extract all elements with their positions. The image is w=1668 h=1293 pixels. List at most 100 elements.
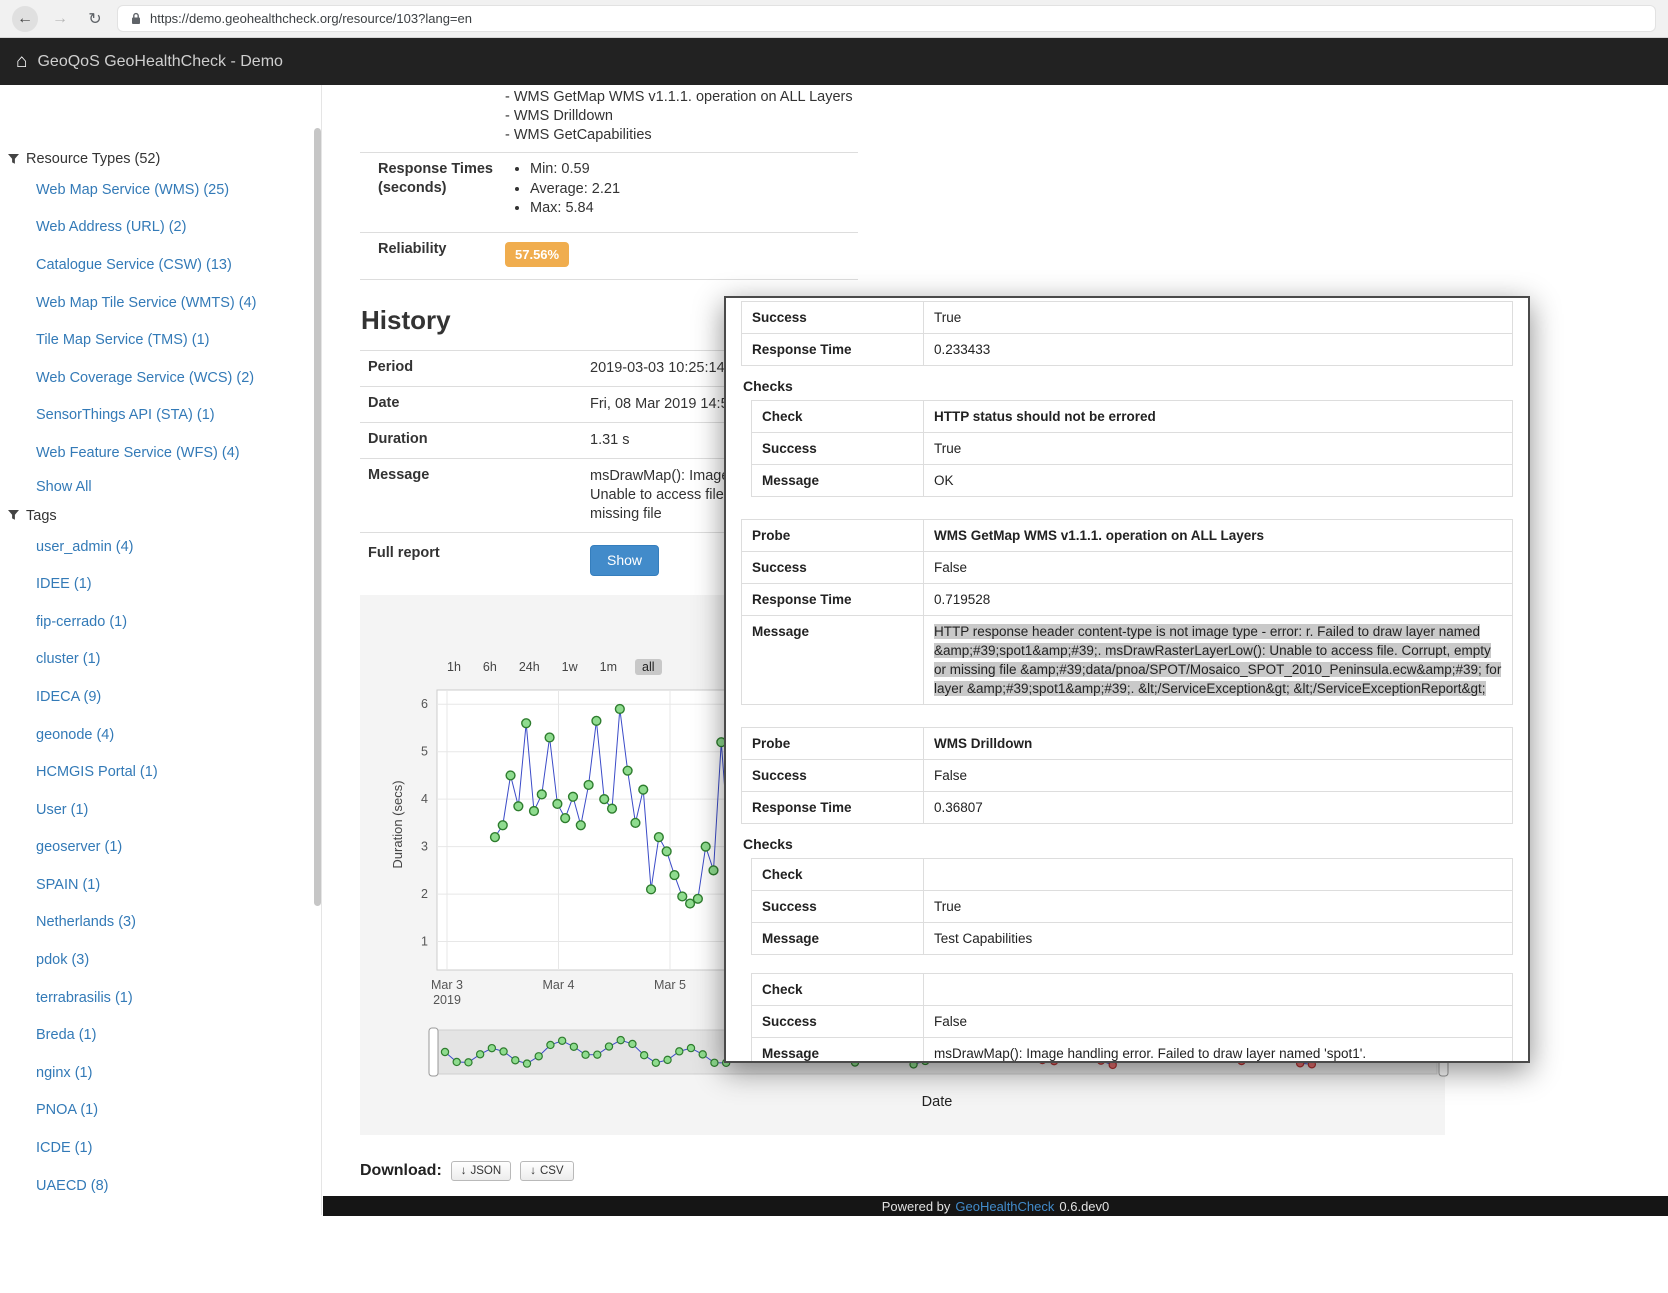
duration-label: Duration [368, 431, 590, 450]
tag-icde[interactable]: ICDE (1) [0, 1129, 321, 1167]
reliability-label: Reliability [360, 240, 505, 272]
sidebar-item-csw[interactable]: Catalogue Service (CSW) (13) [0, 246, 321, 284]
probe-list-item: - WMS GetCapabilities [505, 126, 853, 145]
svg-text:3: 3 [421, 840, 428, 854]
probe-name: WMS GetMap WMS v1.1.1. operation on ALL … [924, 520, 1513, 552]
chart-x-axis-label: Date [437, 1094, 1437, 1110]
powered-by-text: Powered by [882, 1199, 951, 1214]
sidebar-item-wfs[interactable]: Web Feature Service (WFS) (4) [0, 434, 321, 472]
check-name [924, 974, 1513, 1006]
check-name: HTTP status should not be errored [924, 401, 1513, 433]
check-name [924, 859, 1513, 891]
sidebar-scrollbar[interactable] [314, 128, 321, 906]
range-1w[interactable]: 1w [558, 659, 582, 675]
date-label: Date [368, 395, 590, 414]
probe-name: WMS Drilldown [924, 728, 1513, 760]
report-value: True [924, 891, 1513, 923]
version-text: 0.6.dev0 [1059, 1199, 1109, 1214]
report-label: Success [752, 433, 924, 465]
message-label: Message [368, 467, 590, 524]
tag-breda[interactable]: Breda (1) [0, 1016, 321, 1054]
report-value: 0.719528 [924, 584, 1513, 616]
tag-spain[interactable]: SPAIN (1) [0, 866, 321, 904]
sidebar: Resource Types (52) Web Map Service (WMS… [0, 85, 322, 1215]
response-times-row: Response Times (seconds) Min: 0.59 Avera… [360, 152, 858, 232]
report-section: Probe WMS Drilldown Success False Respon… [741, 727, 1513, 1063]
tag-hcmgis[interactable]: HCMGIS Portal (1) [0, 753, 321, 791]
url-bar[interactable]: https://demo.geohealthcheck.org/resource… [117, 5, 1656, 32]
svg-text:4: 4 [421, 792, 428, 806]
report-label: Response Time [742, 334, 924, 366]
tag-user-admin[interactable]: user_admin (4) [0, 528, 321, 566]
full-report-modal: Success True Response Time 0.233433 Chec… [724, 296, 1530, 1063]
report-value: msDrawMap(): Image handling error. Faile… [924, 1038, 1513, 1064]
error-message-highlighted: HTTP response header content-type is not… [934, 624, 1501, 696]
report-label: Check [752, 859, 924, 891]
sidebar-item-wms[interactable]: Web Map Service (WMS) (25) [0, 171, 321, 209]
range-1h[interactable]: 1h [443, 659, 465, 675]
download-json-button[interactable]: ↓ JSON [451, 1161, 511, 1181]
tag-idee[interactable]: IDEE (1) [0, 565, 321, 603]
checks-heading: Checks [743, 836, 1513, 852]
probe-list-item: - WMS GetMap WMS v1.1.1. operation on AL… [505, 88, 853, 107]
tag-cluster[interactable]: cluster (1) [0, 641, 321, 679]
report-section: Probe WMS GetMap WMS v1.1.1. operation o… [741, 519, 1513, 705]
sidebar-item-wmts[interactable]: Web Map Tile Service (WMTS) (4) [0, 284, 321, 322]
sidebar-item-url[interactable]: Web Address (URL) (2) [0, 209, 321, 247]
resource-types-header: Resource Types (52) [0, 147, 321, 171]
tag-pdok[interactable]: pdok (3) [0, 941, 321, 979]
period-label: Period [368, 359, 590, 378]
range-24h[interactable]: 24h [515, 659, 544, 675]
sidebar-item-show-all[interactable]: Show All [0, 472, 321, 502]
download-json-label: JSON [471, 1165, 502, 1177]
sidebar-item-tms[interactable]: Tile Map Service (TMS) (1) [0, 321, 321, 359]
tag-pnoa[interactable]: PNOA (1) [0, 1092, 321, 1130]
tag-nginx[interactable]: nginx (1) [0, 1054, 321, 1092]
response-time-max: Max: 5.84 [530, 199, 858, 219]
tag-fip-cerrado[interactable]: fip-cerrado (1) [0, 603, 321, 641]
tag-user[interactable]: User (1) [0, 791, 321, 829]
browser-chrome: ← → ↻ https://demo.geohealthcheck.org/re… [0, 0, 1668, 38]
report-value: False [924, 1006, 1513, 1038]
range-1m[interactable]: 1m [596, 659, 621, 675]
forward-button[interactable]: → [47, 6, 73, 32]
report-label: Probe [742, 520, 924, 552]
report-label: Message [742, 616, 924, 705]
tag-geonode[interactable]: geonode (4) [0, 716, 321, 754]
tag-ideca[interactable]: IDECA (9) [0, 678, 321, 716]
reliability-row: Reliability 57.56% [360, 232, 858, 280]
chart-range-buttons: 1h 6h 24h 1w 1m all [443, 659, 662, 675]
home-icon[interactable]: ⌂ [16, 51, 27, 73]
svg-text:6: 6 [421, 697, 428, 711]
show-report-button[interactable]: Show [590, 545, 659, 576]
svg-text:2019: 2019 [433, 993, 461, 1007]
geohealthcheck-link[interactable]: GeoHealthCheck [955, 1199, 1054, 1214]
tags-title: Tags [26, 508, 57, 524]
report-value: False [924, 760, 1513, 792]
range-6h[interactable]: 6h [479, 659, 501, 675]
report-label: Success [752, 1006, 924, 1038]
report-label: Success [742, 760, 924, 792]
tags-header: Tags [0, 504, 321, 528]
download-label: Download: [360, 1162, 442, 1180]
sidebar-item-sta[interactable]: SensorThings API (STA) (1) [0, 397, 321, 435]
tag-netherlands[interactable]: Netherlands (3) [0, 904, 321, 942]
tag-geoserver[interactable]: geoserver (1) [0, 829, 321, 867]
back-button[interactable]: ← [12, 6, 38, 32]
app-brand[interactable]: GeoQoS GeoHealthCheck - Demo [37, 53, 282, 71]
range-all[interactable]: all [635, 659, 662, 675]
download-icon: ↓ [461, 1165, 467, 1177]
report-value: False [924, 552, 1513, 584]
sidebar-item-wcs[interactable]: Web Coverage Service (WCS) (2) [0, 359, 321, 397]
report-section: Success True Response Time 0.233433 Chec… [741, 301, 1513, 497]
reload-button[interactable]: ↻ [82, 6, 108, 32]
report-value: True [924, 433, 1513, 465]
app-navbar: ⌂ GeoQoS GeoHealthCheck - Demo [0, 38, 1668, 85]
reliability-badge: 57.56% [505, 242, 569, 267]
tag-terrabrasilis[interactable]: terrabrasilis (1) [0, 979, 321, 1017]
tag-uaecd[interactable]: UAECD (8) [0, 1167, 321, 1205]
report-label: Response Time [742, 792, 924, 824]
download-csv-button[interactable]: ↓ CSV [520, 1161, 573, 1181]
report-label: Message [752, 923, 924, 955]
history-title: History [361, 305, 451, 336]
